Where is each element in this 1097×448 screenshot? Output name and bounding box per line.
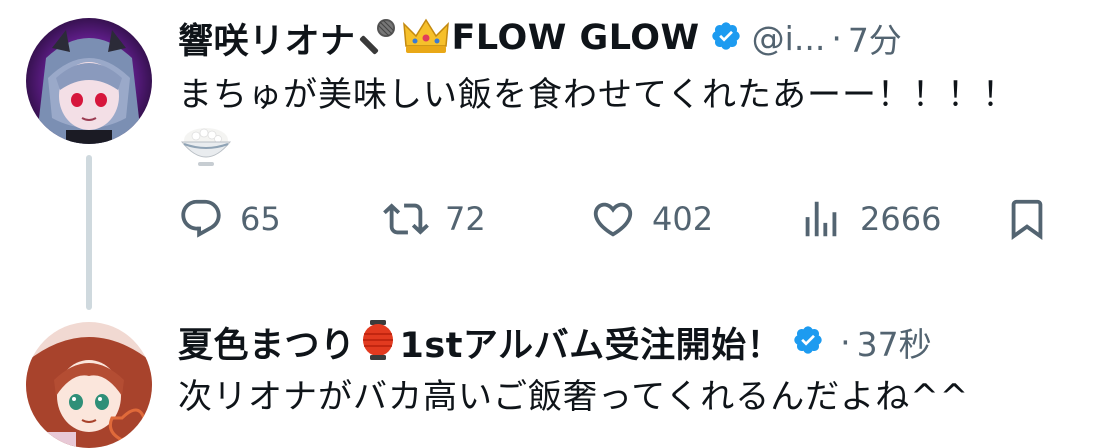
thread-connector-line	[86, 155, 92, 310]
tweet-header: 夏色まつり 1stアルバム受注開始！ · 37秒	[178, 318, 932, 366]
retweet-count: 72	[445, 200, 486, 238]
lantern-icon	[358, 318, 398, 366]
tweet-text: 次リオナがバカ高いご飯奢ってくれるんだよね^^	[178, 377, 970, 417]
microphone-icon	[358, 16, 398, 60]
view-count: 2666	[860, 200, 942, 238]
timestamp[interactable]: 37秒	[857, 318, 932, 366]
separator-dot: ·	[831, 18, 842, 58]
author-name-suffix[interactable]: 1stアルバム受注開始！	[400, 317, 783, 368]
separator-dot: ·	[840, 322, 851, 362]
reply-count: 65	[240, 200, 281, 238]
verified-badge-icon	[710, 20, 742, 56]
bookmark-icon	[1011, 199, 1043, 240]
rice-bowl-icon	[178, 124, 234, 172]
timestamp[interactable]: 7分	[848, 14, 902, 62]
author-name-suffix[interactable]: FLOW GLOW	[452, 18, 700, 58]
avatar[interactable]	[26, 322, 152, 448]
verified-badge-icon	[792, 324, 824, 360]
reply-icon	[181, 199, 221, 238]
bookmark-button[interactable]	[1004, 196, 1050, 242]
tweet-header: 響咲リオナ FLOW GLOW @i... · 7分	[178, 14, 902, 62]
like-button[interactable]: 402	[590, 196, 713, 242]
like-count: 402	[652, 200, 714, 238]
heart-icon	[593, 202, 633, 237]
author-name[interactable]: 響咲リオナ	[178, 13, 356, 64]
author-handle[interactable]: @i...	[752, 19, 826, 58]
retweet-icon	[383, 203, 429, 235]
avatar[interactable]	[26, 18, 152, 144]
author-name[interactable]: 夏色まつり	[178, 317, 356, 368]
crown-icon	[402, 16, 450, 60]
views-button[interactable]: 2666	[798, 196, 941, 242]
reply-button[interactable]: 65	[178, 196, 281, 242]
retweet-button[interactable]: 72	[383, 196, 486, 242]
tweet-text: まちゅが美味しい飯を食わせてくれたあーー！！！！	[178, 75, 1017, 115]
views-chart-icon	[805, 201, 837, 237]
